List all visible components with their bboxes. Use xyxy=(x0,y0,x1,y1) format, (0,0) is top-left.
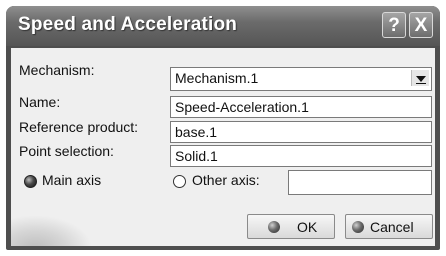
ok-icon xyxy=(268,221,280,233)
cancel-button[interactable]: Cancel xyxy=(345,214,433,239)
other-axis-label[interactable]: Other axis: xyxy=(192,172,260,188)
mechanism-label: Mechanism: xyxy=(19,62,95,78)
dialog-body: Mechanism: Mechanism.1 Name: Speed-Accel… xyxy=(11,48,435,246)
ok-label: OK xyxy=(297,219,318,235)
point-selection-field[interactable]: Solid.1 xyxy=(170,145,432,167)
close-icon: X xyxy=(414,15,428,36)
point-selection-value: Solid.1 xyxy=(175,148,218,164)
speed-acceleration-dialog: Speed and Acceleration ? X Mechanism: Me… xyxy=(6,6,440,250)
title-bar[interactable]: Speed and Acceleration ? X xyxy=(6,6,440,46)
mechanism-value: Mechanism.1 xyxy=(175,70,259,86)
decorative-swoosh xyxy=(11,216,91,246)
cancel-label: Cancel xyxy=(370,219,414,235)
close-button[interactable]: X xyxy=(409,12,433,38)
mechanism-combo[interactable]: Mechanism.1 xyxy=(170,67,432,91)
reference-product-field[interactable]: base.1 xyxy=(170,121,432,143)
main-axis-label[interactable]: Main axis xyxy=(42,172,101,188)
name-value: Speed-Acceleration.1 xyxy=(175,99,309,115)
other-axis-field[interactable] xyxy=(288,170,432,195)
chevron-down-icon[interactable] xyxy=(411,70,429,86)
name-field[interactable]: Speed-Acceleration.1 xyxy=(170,96,432,118)
point-selection-label: Point selection: xyxy=(19,143,114,159)
dialog-title: Speed and Acceleration xyxy=(18,14,238,35)
reference-product-value: base.1 xyxy=(175,124,218,140)
help-icon: ? xyxy=(388,15,400,36)
help-button[interactable]: ? xyxy=(382,12,406,38)
name-label: Name: xyxy=(19,94,61,110)
cancel-icon xyxy=(352,221,364,233)
reference-product-label: Reference product: xyxy=(19,119,139,135)
main-axis-radio[interactable] xyxy=(24,175,37,188)
other-axis-radio[interactable] xyxy=(173,175,186,188)
ok-button[interactable]: OK xyxy=(247,214,335,239)
